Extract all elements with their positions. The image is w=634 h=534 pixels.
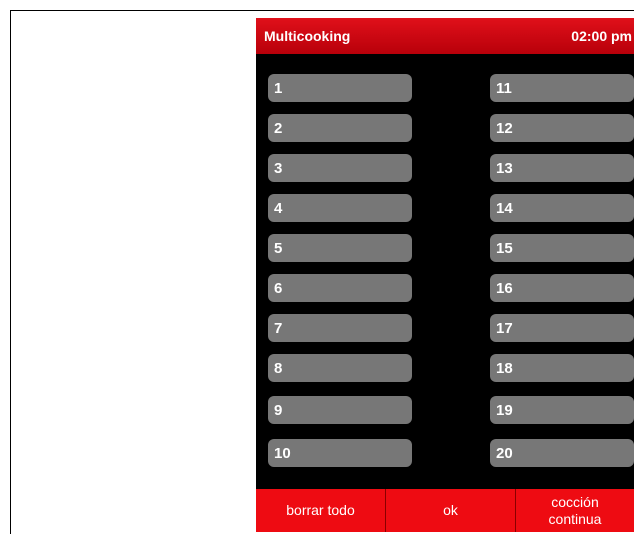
slot-label: 6 (274, 280, 283, 297)
slot-label: 13 (496, 160, 513, 177)
header-bar: Multicooking 02:00 pm (256, 18, 634, 54)
slot-label: 5 (274, 240, 283, 257)
footer-bar: borrar todo ok cocción continua (256, 489, 634, 532)
continuous-label-line2: continua (548, 510, 602, 527)
slot-7[interactable]: 7 (268, 314, 412, 342)
oven-screen: Multicooking 02:00 pm 1 2 3 4 5 6 7 8 9 … (256, 18, 634, 532)
slot-label: 3 (274, 160, 283, 177)
slot-label: 20 (496, 445, 513, 462)
app-title: Multicooking (264, 28, 351, 44)
slot-label: 4 (274, 200, 283, 217)
continuous-cooking-button[interactable]: cocción continua (516, 489, 634, 532)
slot-6[interactable]: 6 (268, 274, 412, 302)
slot-label: 2 (274, 120, 283, 137)
slot-5[interactable]: 5 (268, 234, 412, 262)
slot-20[interactable]: 20 (490, 439, 634, 467)
ok-button[interactable]: ok (386, 489, 516, 532)
continuous-label-line1: cocción (551, 493, 599, 510)
clock-time: 02:00 pm (571, 28, 632, 44)
slot-label: 12 (496, 120, 513, 137)
slot-11[interactable]: 11 (490, 74, 634, 102)
slot-1[interactable]: 1 (268, 74, 412, 102)
slot-8[interactable]: 8 (268, 354, 412, 382)
slot-4[interactable]: 4 (268, 194, 412, 222)
slot-label: 11 (496, 80, 512, 97)
slot-label: 10 (274, 445, 291, 462)
slot-label: 9 (274, 402, 283, 419)
slot-label: 8 (274, 360, 283, 377)
slot-16[interactable]: 16 (490, 274, 634, 302)
slot-label: 14 (496, 200, 513, 217)
clear-all-button[interactable]: borrar todo (256, 489, 386, 532)
slot-label: 7 (274, 320, 283, 337)
slot-2[interactable]: 2 (268, 114, 412, 142)
slot-label: 1 (274, 80, 283, 97)
slot-label: 15 (496, 240, 513, 257)
slot-10[interactable]: 10 (268, 439, 412, 467)
slot-15[interactable]: 15 (490, 234, 634, 262)
slot-label: 18 (496, 360, 513, 377)
slot-label: 17 (496, 320, 513, 337)
slot-label: 16 (496, 280, 513, 297)
slot-14[interactable]: 14 (490, 194, 634, 222)
slot-18[interactable]: 18 (490, 354, 634, 382)
slot-label: 19 (496, 402, 513, 419)
slot-17[interactable]: 17 (490, 314, 634, 342)
slot-9[interactable]: 9 (268, 396, 412, 424)
slot-19[interactable]: 19 (490, 396, 634, 424)
slot-13[interactable]: 13 (490, 154, 634, 182)
slot-12[interactable]: 12 (490, 114, 634, 142)
slot-3[interactable]: 3 (268, 154, 412, 182)
